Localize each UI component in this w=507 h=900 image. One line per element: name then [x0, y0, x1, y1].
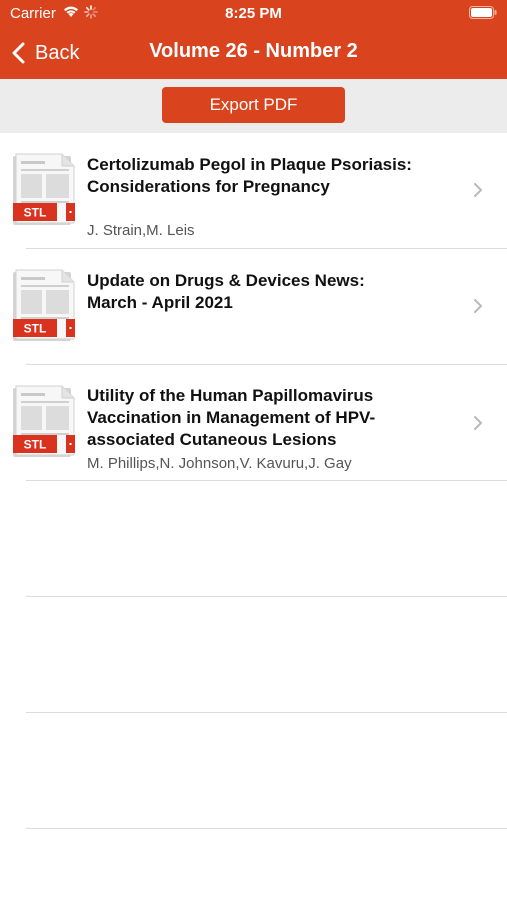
- article-title: Utility of the Human Papillomavirus Vacc…: [87, 386, 376, 449]
- export-pdf-button[interactable]: Export PDF: [162, 87, 345, 123]
- article-authors: M. Phillips,N. Johnson,V. Kavuru,J. Gay: [87, 455, 352, 472]
- chevron-right-icon: [474, 416, 482, 430]
- stl-document-icon: STL: [13, 269, 75, 341]
- empty-row-divider: [26, 596, 507, 597]
- article-title: Update on Drugs & Devices News: March - …: [87, 271, 365, 312]
- nav-bar: Back Volume 26 - Number 2: [0, 28, 507, 79]
- empty-row-divider: [26, 712, 507, 713]
- article-row[interactable]: STL Utility of the Human Papillomavirus …: [0, 365, 507, 481]
- article-row[interactable]: STL Update on Drugs & Devices News: Marc…: [0, 249, 507, 365]
- battery-icon: [469, 6, 497, 19]
- row-divider: [26, 480, 507, 481]
- article-authors: J. Strain,M. Leis: [87, 222, 195, 239]
- file-badge: STL: [24, 206, 47, 220]
- header: Carrier 8:25 PM Back Volume 26 - Number …: [0, 0, 507, 79]
- status-bar: Carrier 8:25 PM: [0, 0, 507, 28]
- empty-row-divider: [26, 828, 507, 829]
- article-row[interactable]: STL Certolizumab Pegol in Plaque Psorias…: [0, 133, 507, 249]
- chevron-right-icon: [474, 299, 482, 313]
- page-title: Volume 26 - Number 2: [149, 40, 358, 62]
- stl-document-icon: STL: [13, 385, 75, 457]
- stl-document-icon: STL: [13, 153, 75, 225]
- status-time: 8:25 PM: [225, 5, 282, 22]
- chevron-right-icon: [474, 183, 482, 197]
- toolbar: Export PDF: [0, 79, 507, 133]
- file-badge: STL: [24, 438, 47, 452]
- article-title: Certolizumab Pegol in Plaque Psoriasis: …: [87, 155, 412, 196]
- file-badge: STL: [24, 322, 47, 336]
